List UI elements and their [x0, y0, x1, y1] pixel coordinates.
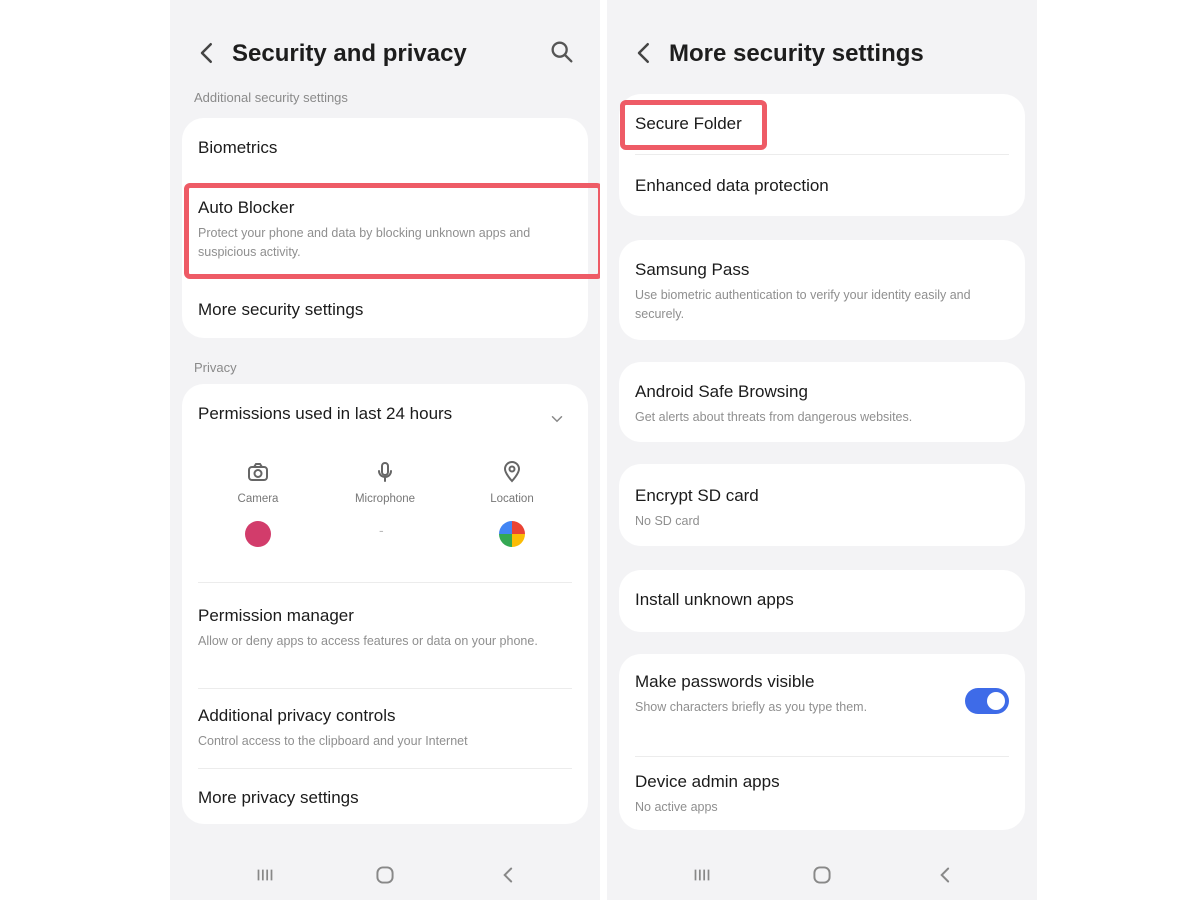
page-title: Security and privacy	[232, 40, 467, 67]
perm-location[interactable]: Location	[462, 460, 562, 505]
section-label-security: Additional security settings	[194, 90, 348, 105]
camera-app-icon[interactable]	[245, 521, 271, 547]
divider	[198, 768, 572, 769]
more-security-settings-label: More security settings	[198, 300, 364, 319]
enhanced-data-protection-label: Enhanced data protection	[635, 176, 829, 195]
make-passwords-visible-item[interactable]: Make passwords visible Show characters b…	[619, 672, 1025, 717]
chevron-down-icon[interactable]	[548, 410, 566, 428]
secure-folder-item[interactable]: Secure Folder	[619, 114, 1025, 134]
additional-privacy-title: Additional privacy controls	[198, 706, 396, 725]
samsung-pass-subtitle: Use biometric authentication to verify y…	[635, 288, 971, 321]
search-icon[interactable]	[548, 38, 576, 66]
install-unknown-apps-label: Install unknown apps	[635, 590, 794, 609]
enhanced-data-protection-item[interactable]: Enhanced data protection	[619, 176, 1025, 196]
permission-manager-title: Permission manager	[198, 606, 354, 625]
secure-folder-label: Secure Folder	[635, 114, 742, 133]
navigation-bar	[607, 848, 1037, 900]
biometrics-item[interactable]: Biometrics	[182, 138, 588, 158]
divider	[635, 756, 1009, 757]
nav-back-icon[interactable]	[496, 862, 522, 888]
section-label-privacy: Privacy	[194, 360, 237, 375]
back-icon[interactable]	[629, 38, 659, 68]
nav-back-icon[interactable]	[933, 862, 959, 888]
location-app-icon[interactable]	[499, 521, 525, 547]
divider	[198, 582, 572, 583]
samsung-pass-item[interactable]: Samsung Pass Use biometric authenticatio…	[619, 260, 1025, 324]
secure-folder-card: Secure Folder Enhanced data protection	[619, 94, 1025, 216]
navigation-bar	[170, 848, 600, 900]
divider	[198, 688, 572, 689]
recents-icon[interactable]	[689, 862, 715, 888]
android-safe-browsing-item[interactable]: Android Safe Browsing Get alerts about t…	[619, 382, 1025, 427]
home-icon[interactable]	[372, 862, 398, 888]
install-unknown-card: Install unknown apps	[619, 570, 1025, 632]
auto-blocker-title: Auto Blocker	[198, 198, 295, 217]
passwords-admin-card: Make passwords visible Show characters b…	[619, 654, 1025, 830]
android-safe-browsing-title: Android Safe Browsing	[635, 382, 808, 401]
privacy-card: Permissions used in last 24 hours Camera…	[182, 384, 588, 824]
permissions-used-label: Permissions used in last 24 hours	[198, 404, 453, 423]
samsung-pass-title: Samsung Pass	[635, 260, 750, 279]
encrypt-sd-title: Encrypt SD card	[635, 486, 759, 505]
android-safe-browsing-subtitle: Get alerts about threats from dangerous …	[635, 410, 913, 424]
make-passwords-visible-toggle[interactable]	[965, 688, 1009, 714]
perm-microphone[interactable]: Microphone	[335, 460, 435, 505]
device-admin-apps-item[interactable]: Device admin apps No active apps	[619, 772, 1025, 817]
divider	[635, 154, 1009, 155]
encrypt-sd-subtitle: No SD card	[635, 514, 700, 528]
microphone-empty: -	[379, 522, 384, 538]
recents-icon[interactable]	[252, 862, 278, 888]
app-bar: More security settings	[607, 0, 1037, 96]
safe-browsing-card: Android Safe Browsing Get alerts about t…	[619, 362, 1025, 442]
additional-privacy-item[interactable]: Additional privacy controls Control acce…	[182, 706, 588, 751]
permission-manager-item[interactable]: Permission manager Allow or deny apps to…	[182, 606, 588, 651]
camera-icon	[246, 460, 270, 484]
page-title: More security settings	[669, 40, 924, 67]
auto-blocker-item[interactable]: Auto Blocker Protect your phone and data…	[182, 198, 588, 262]
perm-camera[interactable]: Camera	[208, 460, 308, 505]
microphone-icon	[373, 460, 397, 484]
permissions-used-item[interactable]: Permissions used in last 24 hours	[182, 404, 588, 424]
location-icon	[500, 460, 524, 484]
security-card: Biometrics Auto Blocker Protect your pho…	[182, 118, 588, 338]
additional-privacy-subtitle: Control access to the clipboard and your…	[198, 734, 468, 748]
install-unknown-apps-item[interactable]: Install unknown apps	[619, 590, 1025, 610]
toggle-knob	[987, 692, 1005, 710]
make-passwords-visible-subtitle: Show characters briefly as you type them…	[635, 700, 868, 714]
samsung-pass-card: Samsung Pass Use biometric authenticatio…	[619, 240, 1025, 340]
perm-location-label: Location	[490, 493, 534, 505]
more-security-settings-screen: More security settings Secure Folder Enh…	[607, 0, 1037, 900]
device-admin-apps-subtitle: No active apps	[635, 800, 718, 814]
more-privacy-settings-label: More privacy settings	[198, 788, 359, 807]
biometrics-label: Biometrics	[198, 138, 278, 157]
make-passwords-visible-title: Make passwords visible	[635, 672, 815, 691]
more-security-settings-item[interactable]: More security settings	[182, 300, 588, 320]
app-bar: Security and privacy	[170, 0, 600, 96]
perm-camera-label: Camera	[237, 493, 279, 505]
encrypt-sd-item[interactable]: Encrypt SD card No SD card	[619, 486, 1025, 531]
auto-blocker-subtitle: Protect your phone and data by blocking …	[198, 226, 531, 259]
permission-manager-subtitle: Allow or deny apps to access features or…	[198, 634, 538, 648]
device-admin-apps-title: Device admin apps	[635, 772, 780, 791]
back-icon[interactable]	[192, 38, 222, 68]
encrypt-sd-card: Encrypt SD card No SD card	[619, 464, 1025, 546]
home-icon[interactable]	[809, 862, 835, 888]
security-privacy-screen: Security and privacy Additional security…	[170, 0, 600, 900]
perm-microphone-label: Microphone	[354, 493, 416, 505]
more-privacy-settings-item[interactable]: More privacy settings	[182, 788, 588, 808]
